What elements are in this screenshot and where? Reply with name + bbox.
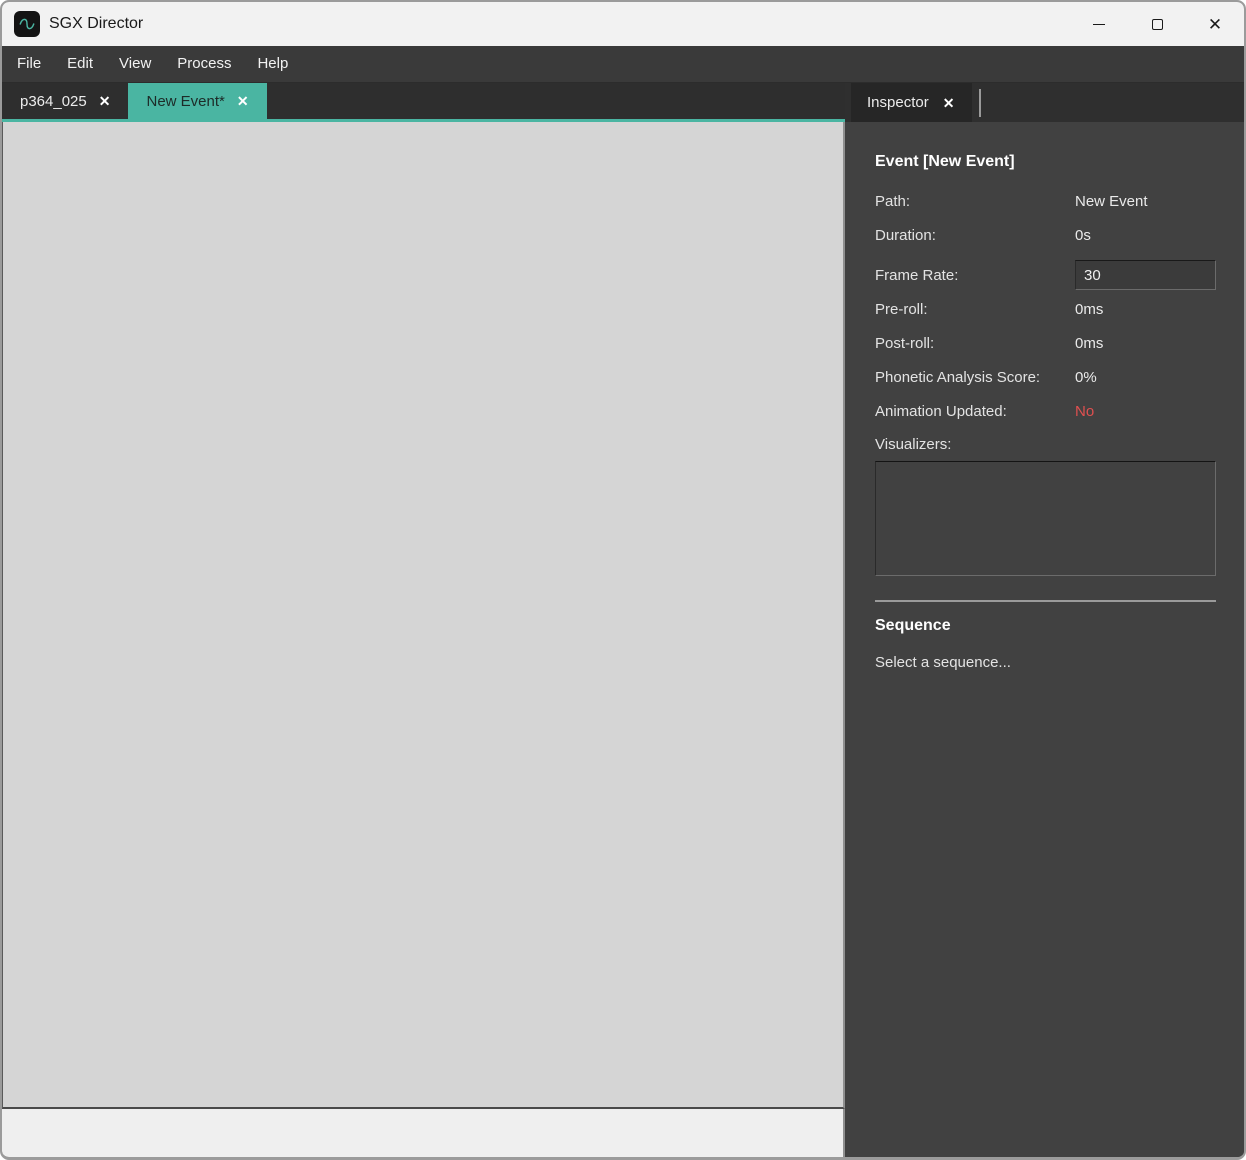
tab-label: New Event* <box>146 93 224 110</box>
tab-label: p364_025 <box>20 93 87 110</box>
field-label: Pre-roll: <box>875 300 1075 319</box>
field-frame-rate: Frame Rate: <box>875 260 1216 290</box>
close-icon: ✕ <box>1208 16 1222 33</box>
status-strip <box>2 1109 845 1157</box>
field-value: 0% <box>1075 368 1097 387</box>
field-label: Path: <box>875 192 1075 211</box>
sequence-placeholder: Select a sequence... <box>875 654 1216 671</box>
field-duration: Duration: 0s <box>875 226 1216 245</box>
menu-process[interactable]: Process <box>164 46 244 82</box>
field-post-roll: Post-roll: 0ms <box>875 334 1216 353</box>
field-path: Path: New Event <box>875 192 1216 211</box>
field-phonetic-score: Phonetic Analysis Score: 0% <box>875 368 1216 387</box>
inspector-body: Event [New Event] Path: New Event Durati… <box>845 122 1246 1157</box>
field-label: Duration: <box>875 226 1075 245</box>
window-title: SGX Director <box>49 15 143 33</box>
field-label: Post-roll: <box>875 334 1075 353</box>
maximize-icon <box>1152 19 1163 30</box>
menu-bar: File Edit View Process Help <box>2 46 1244 83</box>
tab-new-event[interactable]: New Event* ✕ <box>128 83 266 119</box>
tab-inspector[interactable]: Inspector ✕ <box>851 83 972 122</box>
visualizers-label: Visualizers: <box>875 436 1216 453</box>
field-label: Animation Updated: <box>875 402 1075 421</box>
field-value: 0ms <box>1075 300 1103 319</box>
menu-file[interactable]: File <box>4 46 54 82</box>
inspector-panel: Inspector ✕ Event [New Event] Path: New … <box>845 83 1246 1157</box>
tab-close-icon[interactable]: ✕ <box>943 96 955 110</box>
visualizers-list[interactable] <box>875 461 1216 576</box>
frame-rate-input[interactable] <box>1075 260 1216 290</box>
maximize-button[interactable] <box>1128 2 1186 46</box>
menu-view[interactable]: View <box>106 46 164 82</box>
field-label: Frame Rate: <box>875 266 1075 285</box>
menu-edit[interactable]: Edit <box>54 46 106 82</box>
event-section-title: Event [New Event] <box>875 153 1216 171</box>
field-label: Phonetic Analysis Score: <box>875 368 1075 387</box>
menu-help[interactable]: Help <box>244 46 301 82</box>
app-window: SGX Director ✕ File Edit View Process He… <box>0 0 1246 1160</box>
inspector-tab-bar: Inspector ✕ <box>845 83 1246 122</box>
section-divider <box>875 600 1216 602</box>
tab-close-icon[interactable]: ✕ <box>99 94 111 108</box>
field-animation-updated: Animation Updated: No <box>875 402 1216 421</box>
minimize-icon <box>1093 24 1105 25</box>
app-logo-icon <box>14 11 40 37</box>
field-value: New Event <box>1075 192 1148 211</box>
tab-separator <box>979 89 981 117</box>
sequence-section-title: Sequence <box>875 617 1216 635</box>
tab-p364-025[interactable]: p364_025 ✕ <box>2 83 128 119</box>
field-pre-roll: Pre-roll: 0ms <box>875 300 1216 319</box>
field-value: No <box>1075 402 1094 421</box>
field-value: 0s <box>1075 226 1091 245</box>
document-tab-bar: p364_025 ✕ New Event* ✕ <box>2 83 845 119</box>
document-canvas[interactable] <box>2 122 845 1109</box>
title-bar: SGX Director ✕ <box>2 2 1244 46</box>
field-value: 0ms <box>1075 334 1103 353</box>
main-split: p364_025 ✕ New Event* ✕ Inspector ✕ <box>2 83 1244 1157</box>
tab-close-icon[interactable]: ✕ <box>237 94 249 108</box>
close-button[interactable]: ✕ <box>1186 2 1244 46</box>
minimize-button[interactable] <box>1070 2 1128 46</box>
document-area: p364_025 ✕ New Event* ✕ <box>2 83 845 1157</box>
tab-label: Inspector <box>867 94 929 111</box>
